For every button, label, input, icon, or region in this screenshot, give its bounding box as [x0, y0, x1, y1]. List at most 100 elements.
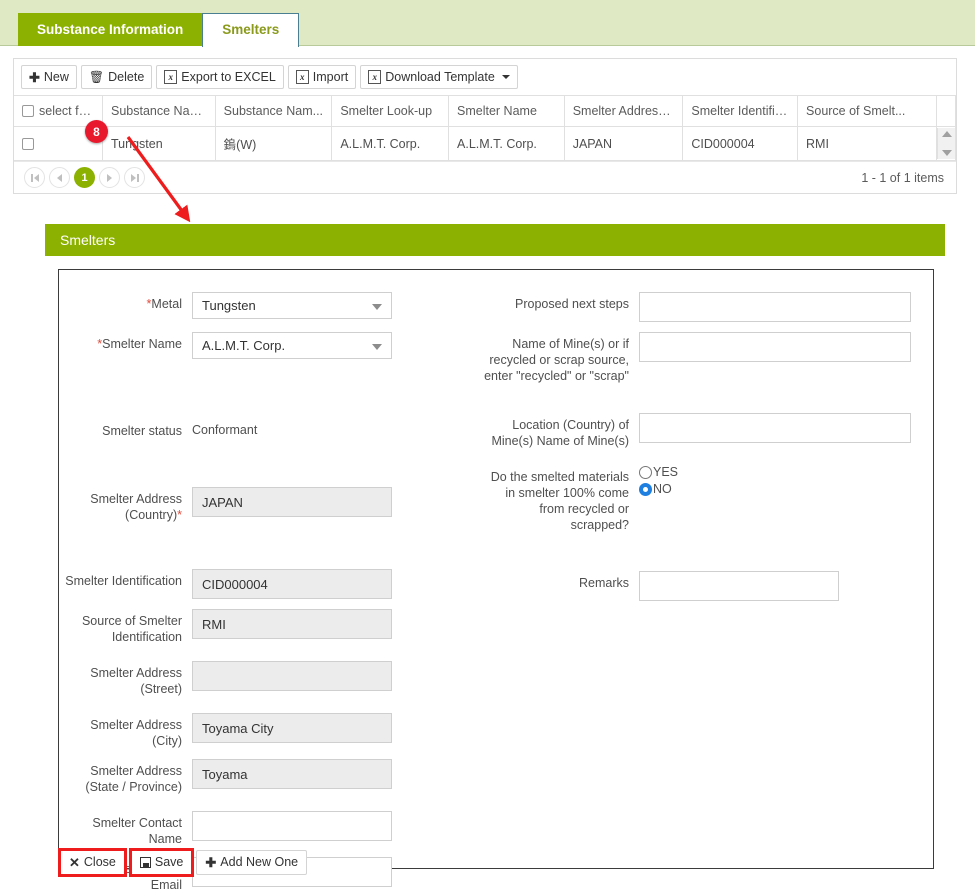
- smelter-address-state-input[interactable]: [192, 759, 392, 789]
- source-of-smelter-identification-input[interactable]: [192, 609, 392, 639]
- name-of-mines-input[interactable]: [639, 332, 911, 362]
- first-page-button[interactable]: [24, 167, 45, 188]
- field-remarks: Remarks: [479, 571, 935, 601]
- new-button[interactable]: ✚ New: [21, 65, 77, 89]
- remarks-input[interactable]: [639, 571, 839, 601]
- cell-smelter-address: JAPAN: [564, 126, 684, 161]
- delete-button-label: Delete: [108, 70, 145, 84]
- last-page-bar-icon: [136, 173, 139, 182]
- page-number-button[interactable]: 1: [74, 167, 95, 188]
- field-source-of-smelter-identification: Source of Smelter Identification: [59, 609, 479, 645]
- grid-pager: 1 1 - 1 of 1 items: [14, 161, 956, 193]
- previous-page-button[interactable]: [49, 167, 70, 188]
- tab-smelters-label: Smelters: [222, 22, 280, 37]
- column-header-smelter-identification[interactable]: Smelter Identific...: [682, 95, 799, 127]
- field-smelter-address-city-label: Smelter Address (City): [90, 718, 182, 748]
- smelter-name-dropdown[interactable]: A.L.M.T. Corp.: [192, 332, 392, 359]
- column-header-substance-name-2[interactable]: Substance Nam...: [215, 95, 333, 127]
- field-smelter-status-label: Smelter status: [102, 424, 182, 438]
- column-header-source-of-smelter[interactable]: Source of Smelt...: [797, 95, 937, 127]
- new-button-label: New: [43, 70, 69, 84]
- radio-yes-label: YES: [653, 465, 679, 479]
- scroll-up-icon[interactable]: [941, 131, 952, 137]
- export-to-excel-button[interactable]: x Export to EXCEL: [156, 65, 284, 89]
- cell-smelter-name: A.L.M.T. Corp.: [448, 126, 565, 161]
- import-button[interactable]: x Import: [287, 65, 357, 89]
- field-smelter-address-city: Smelter Address (City): [59, 713, 479, 749]
- proposed-next-steps-input[interactable]: [639, 292, 911, 322]
- radio-no-icon[interactable]: [639, 482, 652, 496]
- field-proposed-next-steps: Proposed next steps: [479, 292, 935, 322]
- plus-icon: ✚: [29, 69, 40, 85]
- save-disk-icon: [139, 857, 151, 868]
- save-button-label: Save: [154, 855, 184, 869]
- smelter-name-dropdown-value: A.L.M.T. Corp.: [202, 338, 286, 353]
- table-header: select fo... Substance Nam... Substance …: [14, 95, 957, 127]
- add-new-one-label: Add New One: [220, 855, 299, 869]
- download-template-label: Download Template: [385, 70, 495, 84]
- tab-substance-information[interactable]: Substance Information: [18, 13, 203, 46]
- delete-button[interactable]: 🗑 Delete: [80, 65, 153, 89]
- field-source-of-smelter-identification-control: [192, 609, 479, 639]
- tab-smelters[interactable]: Smelters: [202, 13, 300, 47]
- last-page-button[interactable]: [124, 167, 145, 188]
- location-of-mines-input[interactable]: [639, 413, 911, 443]
- trash-icon: 🗑: [88, 70, 105, 84]
- smelters-section-header: Smelters: [45, 224, 945, 256]
- scroll-down-icon[interactable]: [941, 150, 952, 156]
- field-smelter-address-country: Smelter Address (Country)*: [59, 487, 479, 523]
- smelter-contact-name-input[interactable]: [192, 811, 392, 841]
- cell-source-of-smelter: RMI: [797, 126, 937, 161]
- radio-yes-icon[interactable]: [639, 465, 652, 479]
- field-smelter-contact-name-label: Smelter Contact Name: [92, 816, 182, 846]
- field-metal-label: *Metal: [59, 292, 192, 312]
- close-icon: ✕: [69, 854, 80, 870]
- select-all-checkbox[interactable]: [22, 105, 34, 117]
- close-button[interactable]: ✕ Close: [61, 851, 124, 874]
- smelter-detail-form: *Metal Tungsten *Smelter Name A.L.M.T. C…: [58, 269, 935, 892]
- row-checkbox[interactable]: [22, 137, 34, 150]
- smelter-address-country-input[interactable]: [192, 487, 392, 517]
- required-asterisk: *: [177, 508, 182, 522]
- previous-page-arrow-icon: [57, 173, 62, 182]
- add-new-one-button[interactable]: ✚ Add New One: [196, 850, 308, 875]
- field-location-of-mines: Location (Country) of Mine(s) Name of Mi…: [479, 413, 935, 449]
- radio-option-no[interactable]: NO: [639, 482, 935, 496]
- field-smelter-contact-name-control: [192, 811, 479, 841]
- smelter-address-street-input[interactable]: [192, 661, 392, 691]
- import-button-label: Import: [312, 70, 349, 84]
- pager-items-count: 1 - 1 of 1 items: [861, 170, 944, 185]
- column-header-smelter-name[interactable]: Smelter Name: [448, 95, 565, 127]
- field-smelter-address-state-label: Smelter Address (State / Province): [85, 764, 182, 794]
- cell-substance-name-local: 鎢(W): [215, 126, 333, 161]
- field-recycled-scrapped-control: YES NO: [639, 465, 935, 496]
- smelter-identification-input[interactable]: [192, 569, 392, 599]
- field-source-of-smelter-identification-label: Source of Smelter Identification: [81, 614, 182, 644]
- column-header-smelter-lookup[interactable]: Smelter Look-up: [331, 95, 450, 127]
- download-template-button[interactable]: x Download Template: [360, 65, 518, 89]
- column-header-select-label: select fo...: [39, 104, 96, 118]
- column-header-scroll-spacer: [936, 95, 957, 127]
- first-page-bar-icon: [30, 173, 33, 182]
- field-metal-label-text: Metal: [151, 297, 182, 311]
- close-button-highlight: ✕ Close: [58, 848, 127, 877]
- table-row[interactable]: Tungsten 鎢(W) A.L.M.T. Corp. A.L.M.T. Co…: [14, 126, 957, 161]
- grid-vertical-scrollbar[interactable]: [936, 126, 957, 161]
- field-location-of-mines-label: Location (Country) of Mine(s) Name of Mi…: [491, 418, 629, 448]
- chevron-down-icon: [372, 344, 382, 350]
- cell-substance-name-link[interactable]: Tungsten: [102, 126, 216, 161]
- radio-option-yes[interactable]: YES: [639, 465, 935, 479]
- field-remarks-control: [639, 571, 935, 601]
- field-recycled-scrapped-label: Do the smelted materials in smelter 100%…: [490, 470, 629, 532]
- table-body: Tungsten 鎢(W) A.L.M.T. Corp. A.L.M.T. Co…: [14, 126, 957, 161]
- grid-toolbar: ✚ New 🗑 Delete x Export to EXCEL x Impor…: [14, 59, 956, 95]
- field-name-of-mines-control: [639, 332, 935, 362]
- metal-dropdown[interactable]: Tungsten: [192, 292, 392, 319]
- field-smelter-status: Smelter status Conformant: [59, 419, 479, 439]
- export-to-excel-label: Export to EXCEL: [181, 70, 276, 84]
- column-header-smelter-address[interactable]: Smelter Address...: [564, 95, 684, 127]
- next-page-button[interactable]: [99, 167, 120, 188]
- smelter-address-city-input[interactable]: [192, 713, 392, 743]
- save-button[interactable]: Save: [131, 851, 192, 874]
- column-header-substance-name-1[interactable]: Substance Nam...: [102, 95, 216, 127]
